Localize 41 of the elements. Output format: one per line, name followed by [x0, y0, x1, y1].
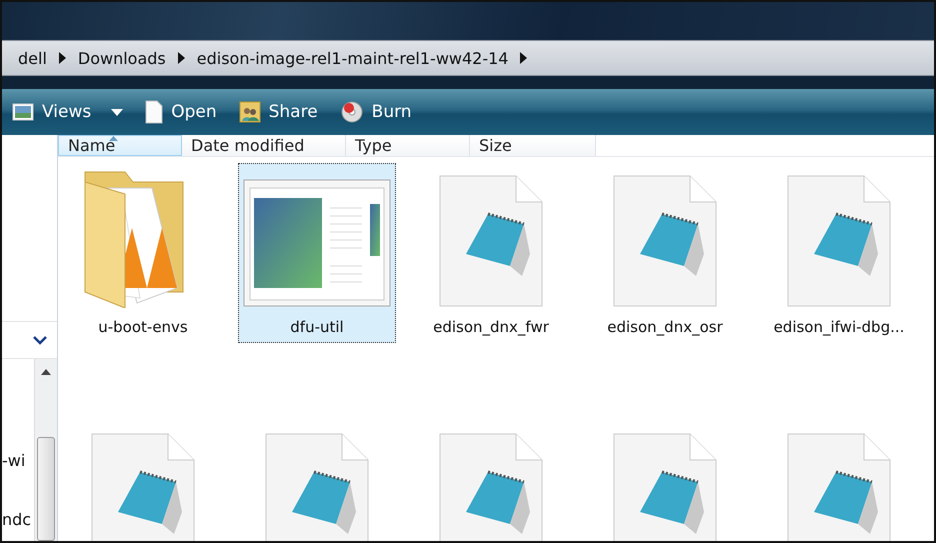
scroll-thumb[interactable] — [37, 437, 55, 541]
disc-icon — [340, 100, 364, 124]
file-item[interactable]: u-boot-envs — [64, 163, 222, 343]
toolbar-button[interactable]: Views — [12, 102, 124, 122]
sort-arrow-icon — [109, 136, 118, 141]
document-icon — [145, 100, 164, 124]
scrollbar[interactable] — [34, 359, 57, 541]
column-header[interactable]: Name — [58, 135, 182, 156]
chevron-down-icon[interactable] — [33, 336, 47, 344]
breadcrumb-item[interactable]: edison-image-rel1-maint-rel1-ww42-14 — [196, 48, 508, 68]
nav-item[interactable]: ndc — [2, 510, 34, 529]
window-icon — [242, 178, 392, 308]
file-item[interactable]: dfu-util — [238, 163, 396, 343]
breadcrumb-arrow-icon[interactable] — [520, 52, 528, 64]
column-header[interactable]: Date modified — [182, 135, 346, 156]
breadcrumb-item[interactable]: dell — [18, 48, 47, 68]
notepad-document-icon — [786, 174, 892, 308]
nav-item[interactable]: -wi — [2, 451, 34, 470]
column-header[interactable]: Size — [470, 135, 596, 156]
caret-icon — [111, 108, 124, 116]
breadcrumb-arrow-icon[interactable] — [58, 52, 66, 64]
toolbar-button[interactable]: Burn — [340, 100, 412, 124]
file-item[interactable]: edison_dnx_fwr — [412, 163, 570, 343]
notepad-document-icon — [612, 174, 718, 308]
column-header[interactable]: Type — [346, 135, 470, 156]
address-bar[interactable]: dell Downloads edison-image-rel1-maint-rel1-ww42-14 — [2, 40, 934, 76]
notepad-document-icon — [438, 174, 544, 308]
picture-icon — [12, 103, 34, 121]
breadcrumb-arrow-icon[interactable] — [178, 52, 185, 64]
file-name: edison_ifwi-dbg... — [774, 318, 904, 336]
file-name: u-boot-envs — [98, 318, 188, 336]
breadcrumb-item[interactable]: Downloads — [78, 48, 166, 68]
toolbar-button[interactable]: Share — [238, 101, 318, 123]
file-item[interactable]: edison_ifwi-dbg... — [760, 163, 918, 343]
toolbar-button[interactable]: Open — [145, 100, 217, 124]
scroll-up-icon[interactable] — [41, 369, 51, 375]
file-item[interactable]: edison_dnx_osr — [586, 163, 744, 343]
people-icon — [238, 101, 261, 123]
file-name: edison_dnx_osr — [607, 318, 723, 336]
file-name: dfu-util — [290, 318, 344, 336]
file-name: edison_dnx_fwr — [433, 318, 549, 336]
